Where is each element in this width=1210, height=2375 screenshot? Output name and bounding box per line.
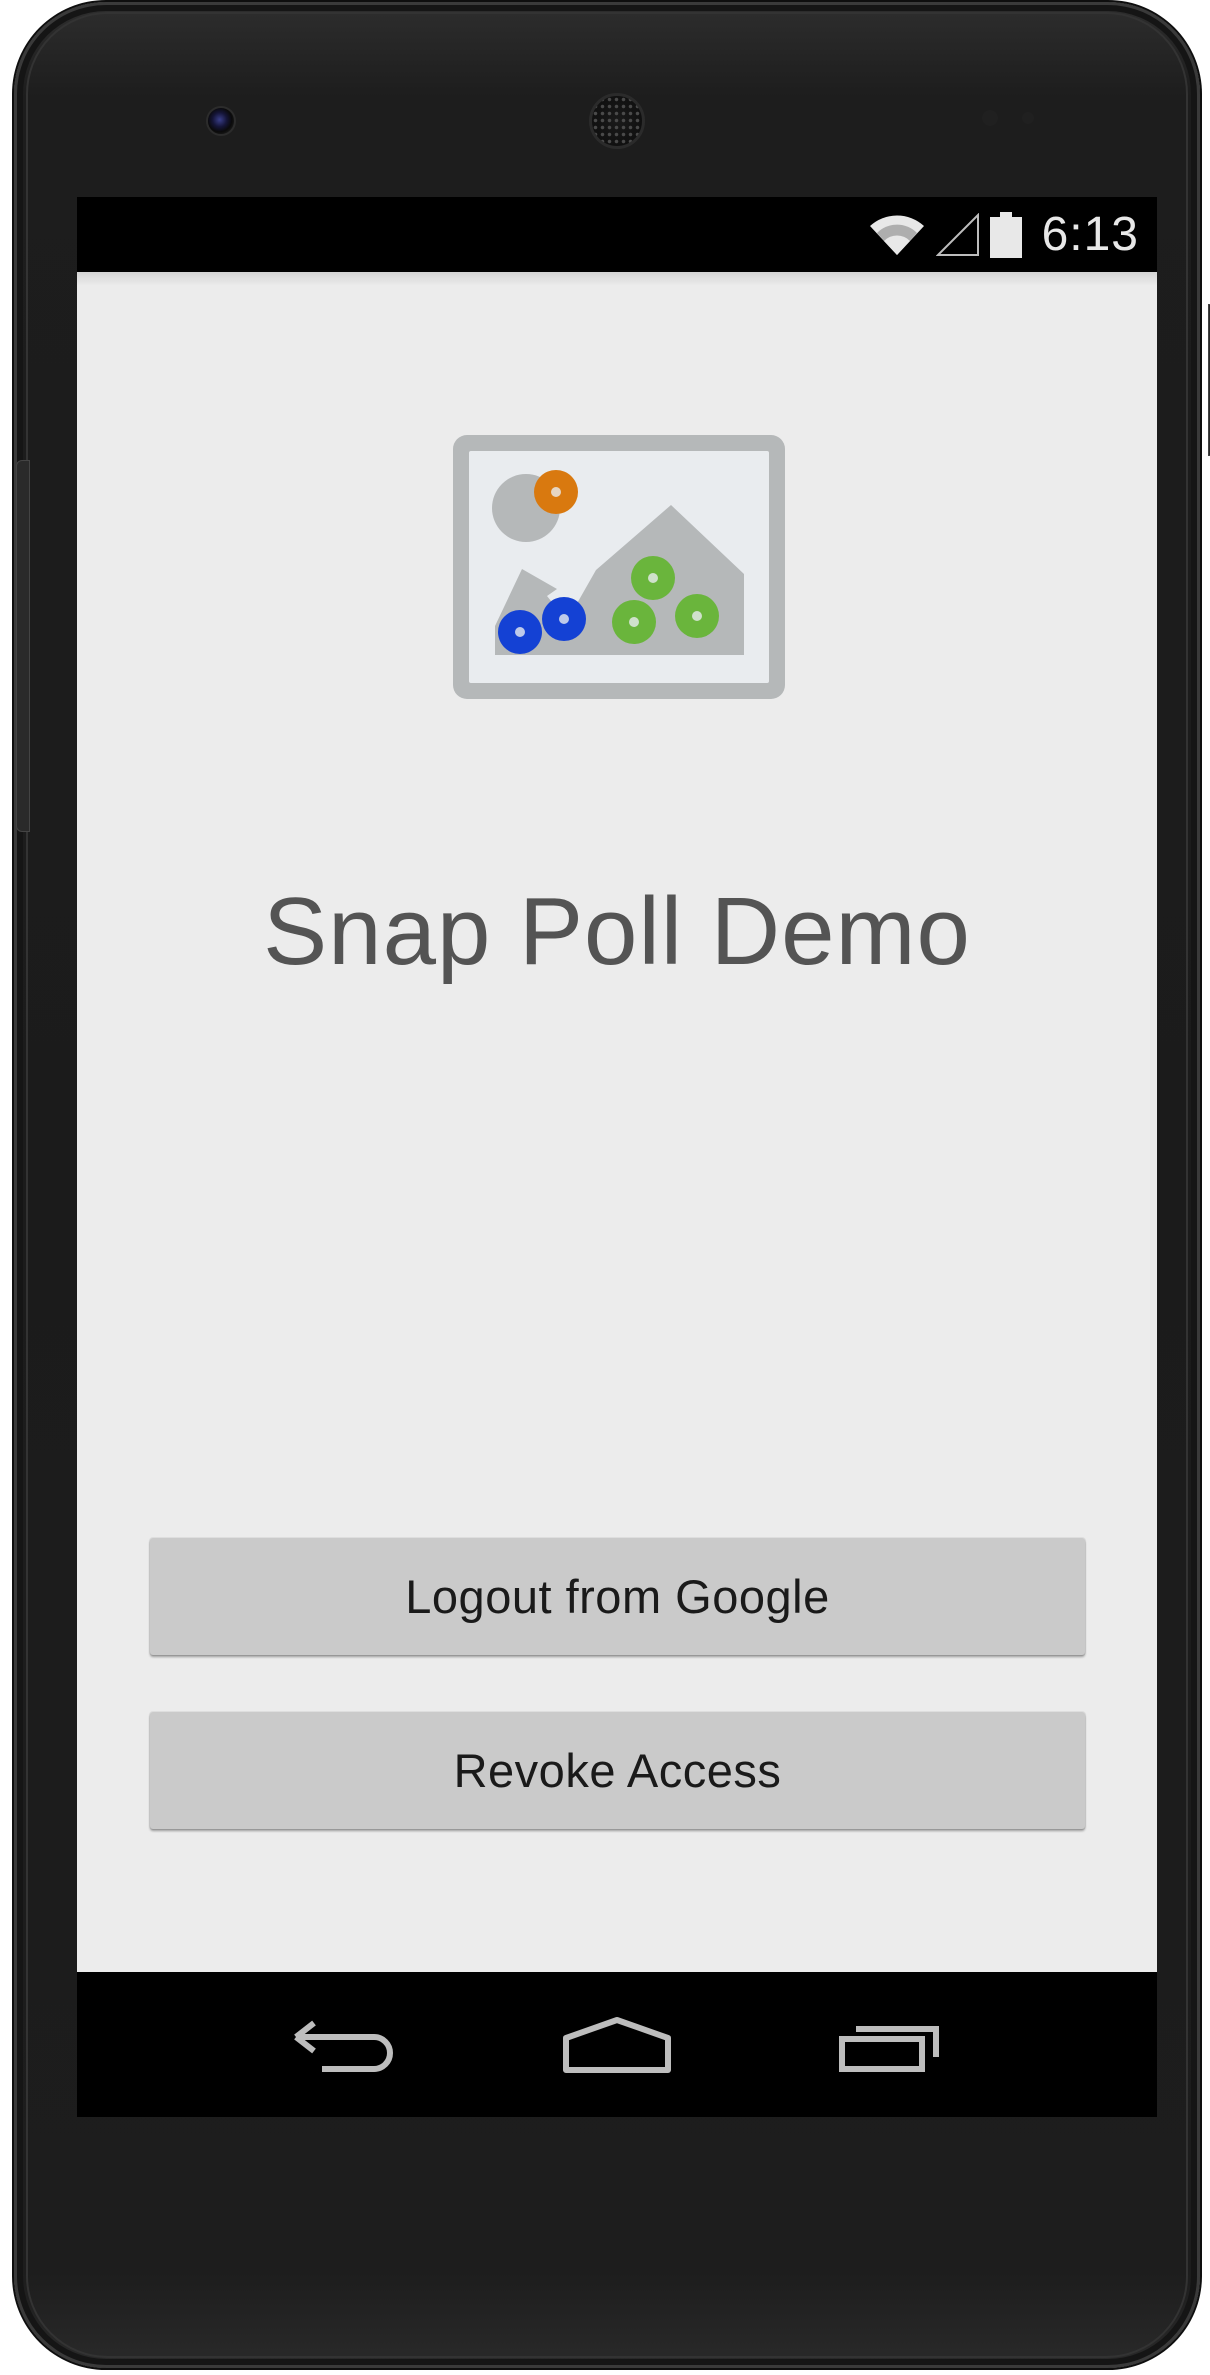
revoke-access-button[interactable]: Revoke Access — [150, 1712, 1085, 1829]
home-button[interactable] — [557, 2005, 677, 2085]
status-bar: 6:13 — [77, 197, 1157, 272]
back-icon — [293, 2020, 393, 2072]
status-icons: 6:13 — [868, 197, 1139, 272]
battery-icon — [989, 211, 1022, 258]
screen: 6:13 Snap Poll Demo Logout from Google R… — [77, 197, 1157, 2117]
status-time: 6:13 — [1041, 208, 1139, 261]
earpiece-speaker — [589, 93, 645, 149]
app-content: Snap Poll Demo Logout from Google Revoke… — [77, 272, 1157, 1972]
cell-signal-icon — [935, 212, 980, 257]
back-button[interactable] — [284, 2005, 404, 2085]
app-title: Snap Poll Demo — [263, 878, 971, 985]
light-sensor — [1022, 112, 1034, 124]
proximity-sensor — [982, 110, 998, 126]
volume-button — [16, 460, 30, 832]
recents-button[interactable] — [830, 2005, 950, 2085]
phone-frame: 6:13 Snap Poll Demo Logout from Google R… — [14, 2, 1210, 2368]
home-icon — [562, 2016, 671, 2073]
navigation-bar — [77, 1972, 1157, 2117]
recents-icon — [839, 2025, 940, 2072]
logout-button[interactable]: Logout from Google — [150, 1538, 1085, 1655]
image-poll-logo-icon — [453, 435, 785, 699]
wifi-icon — [868, 213, 926, 257]
front-camera — [206, 106, 236, 136]
